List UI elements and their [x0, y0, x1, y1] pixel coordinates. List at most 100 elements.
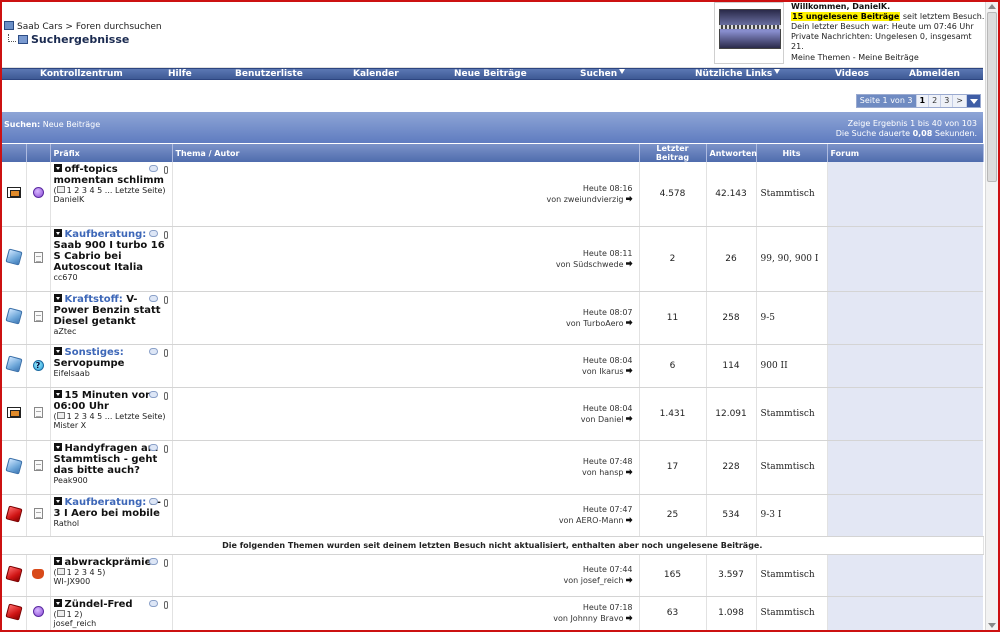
last-post-author[interactable]: von Südschwede [173, 259, 633, 270]
last-post-author[interactable]: von TurboAero [173, 318, 633, 329]
goto-first-unread-icon[interactable] [53, 556, 62, 565]
pagination-label[interactable]: Seite 1 von 3 [856, 95, 916, 107]
goto-first-unread-icon[interactable] [53, 164, 62, 172]
nav-neue-beitraege[interactable]: Neue Beiträge [454, 69, 527, 80]
thread-pages[interactable]: (1 2 3 4 5) [54, 567, 169, 577]
thread-pages[interactable]: (1 2) [54, 609, 169, 619]
replies-cell[interactable]: 17 [639, 440, 707, 495]
breadcrumb-section-link[interactable]: Foren durchsuchen [76, 22, 162, 32]
last-post-author-name[interactable]: von josef_reich [564, 576, 624, 585]
last-post-author-name[interactable]: von hansp [582, 468, 624, 477]
last-post-author[interactable]: von josef_reich [173, 575, 633, 586]
goto-last-post-icon[interactable] [625, 260, 633, 267]
goto-last-post-icon[interactable] [625, 195, 633, 202]
nav-hilfe[interactable]: Hilfe [168, 69, 192, 80]
home-icon[interactable] [4, 21, 14, 30]
page-1-link[interactable]: 1 [915, 95, 929, 107]
vertical-scrollbar[interactable] [985, 2, 998, 630]
thread-author[interactable]: Eifelsaab [54, 369, 169, 378]
forum-cell[interactable]: 9-3 I [756, 494, 828, 537]
thread-prefix[interactable]: Kraftstoff: [65, 294, 123, 305]
thread-prefix[interactable]: Kaufberatung: [65, 497, 147, 508]
thread-author[interactable]: Mister X [54, 421, 169, 430]
page-jump-dropdown[interactable] [966, 95, 980, 107]
last-post-author-name[interactable]: von Johnny Bravo [553, 614, 623, 623]
thread-title-link[interactable]: off-topics momentan schlimm [54, 164, 164, 186]
forum-cell[interactable]: 900 II [756, 344, 828, 388]
col-forum[interactable]: Forum [827, 144, 984, 162]
thread-author[interactable]: cc670 [54, 273, 169, 282]
goto-first-unread-icon[interactable] [53, 293, 62, 302]
thread-author[interactable]: Rathol [54, 519, 169, 528]
thread-title-link[interactable]: Zündel-Fred [65, 599, 133, 610]
goto-first-unread-icon[interactable] [53, 228, 62, 237]
thread-author[interactable]: WI-JX900 [54, 577, 169, 586]
col-replies[interactable]: Antworten [706, 144, 757, 162]
replies-cell[interactable]: 1.431 [639, 387, 707, 441]
scroll-down-icon[interactable] [988, 623, 996, 628]
thread-title-link[interactable]: abwrackprämie [65, 557, 152, 568]
forum-cell[interactable]: Stammtisch [756, 440, 828, 495]
forum-cell[interactable]: Stammtisch [756, 554, 828, 597]
thread-prefix[interactable]: Kaufberatung: [65, 229, 147, 240]
last-post-author-name[interactable]: von AERO-Mann [559, 516, 624, 525]
col-prefix[interactable]: Präfix [50, 144, 173, 162]
nav-kalender[interactable]: Kalender [353, 69, 399, 80]
replies-cell[interactable]: 165 [639, 554, 707, 597]
nav-videos[interactable]: Videos [835, 69, 869, 80]
replies-cell[interactable]: 6 [639, 344, 707, 388]
private-messages-link[interactable]: Private Nachrichten: Ungelesen 0, insges… [791, 32, 986, 52]
goto-first-unread-icon[interactable] [53, 389, 62, 398]
thread-author[interactable]: josef_reich [54, 619, 169, 628]
nav-nuetzliche-links[interactable]: Nützliche Links [695, 69, 781, 80]
thread-title-link[interactable]: 15 Minuten vor 06:00 Uhr [54, 390, 151, 412]
replies-cell[interactable]: 25 [639, 494, 707, 537]
page-3-link[interactable]: 3 [940, 95, 952, 107]
thread-prefix[interactable]: Sonstiges: [65, 347, 124, 358]
last-post-author[interactable]: von AERO-Mann [173, 515, 633, 526]
thread-title-link[interactable]: Handyfragen am Stammtisch - geht das bit… [54, 443, 159, 476]
last-post-author-name[interactable]: von Daniel [581, 415, 624, 424]
goto-first-unread-icon[interactable] [53, 346, 62, 355]
goto-last-post-icon[interactable] [625, 367, 633, 374]
thread-author[interactable]: DanielK [54, 195, 169, 204]
goto-last-post-icon[interactable] [625, 615, 633, 621]
goto-first-unread-icon[interactable] [53, 496, 62, 505]
forum-cell[interactable]: 99, 90, 900 I [756, 226, 828, 292]
goto-last-post-icon[interactable] [625, 415, 633, 422]
thread-author[interactable]: Peak900 [54, 476, 169, 485]
last-post-author-name[interactable]: von Südschwede [556, 260, 624, 269]
goto-last-post-icon[interactable] [625, 577, 633, 583]
replies-cell[interactable]: 4.578 [639, 162, 707, 227]
replies-cell[interactable]: 63 [639, 596, 707, 631]
last-post-author-name[interactable]: von zweiundvierzig [546, 195, 623, 204]
last-post-author-name[interactable]: von TurboAero [566, 319, 624, 328]
thread-title-link[interactable]: Saab 900 I turbo 16 S Cabrio bei Autosco… [54, 240, 165, 273]
thread-title-link[interactable]: Servopumpe [54, 358, 125, 369]
last-post-author[interactable]: von Ikarus [173, 366, 633, 377]
replies-cell[interactable]: 11 [639, 291, 707, 345]
nav-benutzerliste[interactable]: Benutzerliste [235, 69, 303, 80]
last-post-author-name[interactable]: von Ikarus [582, 367, 624, 376]
nav-kontrollzentrum[interactable]: Kontrollzentrum [40, 69, 123, 80]
goto-first-unread-icon[interactable] [53, 598, 62, 607]
forum-cell[interactable]: 9-5 [756, 291, 828, 345]
scrollbar-thumb[interactable] [987, 12, 997, 182]
col-hits[interactable]: Hits [756, 144, 828, 162]
col-topic[interactable]: Thema / Autor [172, 144, 640, 162]
col-last-post[interactable]: Letzter Beitrag [639, 144, 707, 162]
thread-pages[interactable]: (1 2 3 4 5 ... Letzte Seite) [54, 186, 169, 195]
goto-last-post-icon[interactable] [625, 319, 633, 326]
goto-first-unread-icon[interactable] [53, 442, 62, 451]
thread-pages[interactable]: (1 2 3 4 5 ... Letzte Seite) [54, 411, 169, 421]
nav-suchen[interactable]: Suchen [580, 69, 626, 80]
last-post-author[interactable]: von Daniel [173, 414, 633, 425]
forum-cell[interactable]: Stammtisch [756, 162, 828, 227]
page-2-link[interactable]: 2 [928, 95, 940, 107]
breadcrumb-site-link[interactable]: Saab Cars [17, 22, 63, 32]
last-post-author[interactable]: von zweiundvierzig [173, 194, 633, 205]
replies-cell[interactable]: 2 [639, 226, 707, 292]
thread-author[interactable]: aZtec [54, 327, 169, 336]
last-post-author[interactable]: von Johnny Bravo [173, 613, 633, 624]
next-page-link[interactable]: > [952, 95, 966, 107]
